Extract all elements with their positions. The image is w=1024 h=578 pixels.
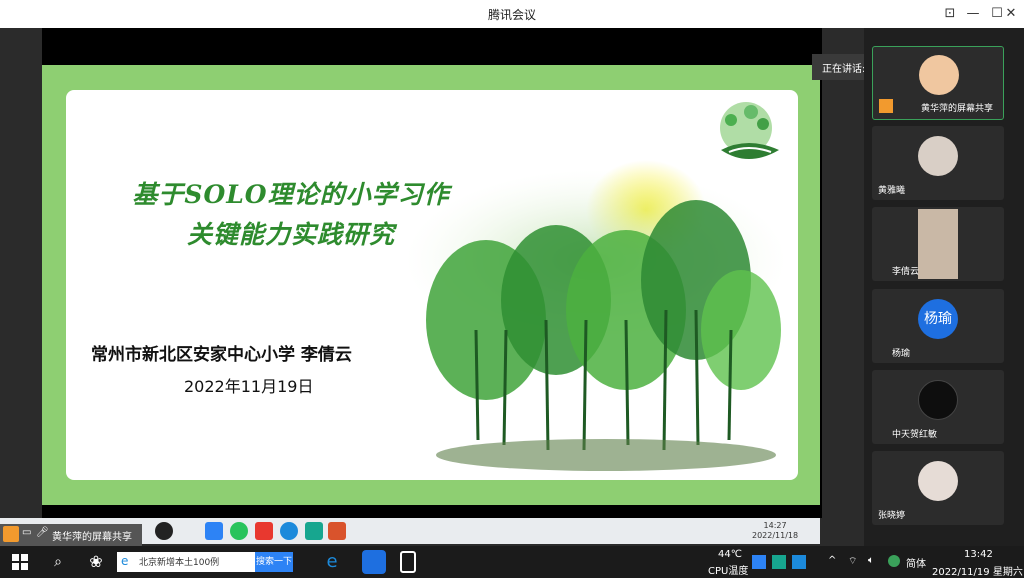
clock-date[interactable]: 2022/11/19 星期六 bbox=[932, 563, 1023, 578]
avatar bbox=[918, 136, 958, 176]
wps-icon bbox=[255, 522, 273, 540]
presentation-slide: 基于SOLO理论的小学习作 关键能力实践研究 常州市新北区安家中心小学 李倩云 … bbox=[66, 90, 798, 480]
screen-icon: ▭ bbox=[22, 527, 32, 538]
avatar bbox=[919, 55, 959, 95]
ie-browser-icon[interactable]: e bbox=[320, 550, 344, 574]
avatar bbox=[918, 380, 958, 420]
tray-app-icon[interactable] bbox=[772, 555, 786, 569]
participant-name: 中天贺红敏 bbox=[892, 430, 938, 440]
share-banner-label: 黄华萍的屏幕共享 bbox=[52, 532, 132, 543]
participant-name: 张晓婷 bbox=[878, 511, 906, 521]
participant-name: 李倩云 bbox=[892, 267, 920, 277]
ppt-icon bbox=[328, 522, 346, 540]
search-icon[interactable]: ⌕ bbox=[46, 550, 70, 574]
watercolor-trees-illustration bbox=[406, 160, 786, 471]
participant-name: 杨瑜 bbox=[892, 349, 911, 359]
shared-clock-date: 2022/11/18 bbox=[752, 531, 799, 540]
video-feed bbox=[918, 209, 958, 279]
participant-sidebar: 黄华萍的屏幕共享 黄雅曦 李倩云 杨瑜 杨瑜 中天贺红敏 张晓婷 bbox=[864, 28, 1024, 546]
ime-indicator[interactable]: 简体 bbox=[906, 555, 926, 570]
window-title: 腾讯会议 bbox=[487, 8, 536, 22]
meeting-app-icon bbox=[205, 522, 223, 540]
screen-share-banner[interactable]: ▭ 🎤︎ 黄华萍的屏幕共享 bbox=[0, 524, 142, 546]
participant-name: 黄雅曦 bbox=[878, 186, 906, 196]
windows-taskbar: ⌕ ❀ e 北京新增本土100例 搜索一下 e 44℃ CPU温度 ^ ⌔ 🔈︎… bbox=[0, 546, 1024, 578]
window-titlebar: 腾讯会议 ⊡ — ☐ ✕ bbox=[0, 0, 1024, 28]
cpu-temperature: 44℃ bbox=[718, 549, 742, 560]
minimize-button[interactable]: — bbox=[963, 4, 983, 24]
browser-search-box[interactable]: e 北京新增本土100例 搜索一下 bbox=[117, 552, 293, 572]
cpu-temperature-label: CPU温度 bbox=[708, 566, 749, 577]
meeting-app-icon[interactable] bbox=[362, 550, 386, 574]
tray-app-icon[interactable] bbox=[792, 555, 806, 569]
wechat-icon bbox=[230, 522, 248, 540]
close-button[interactable]: ✕ bbox=[1001, 4, 1021, 24]
chevron-up-icon[interactable]: ^ bbox=[828, 555, 836, 566]
participant-tile[interactable]: 黄华萍的屏幕共享 bbox=[872, 46, 1004, 120]
tray-app-icon[interactable] bbox=[752, 555, 766, 569]
tablet-icon[interactable] bbox=[400, 551, 416, 573]
wifi-icon[interactable]: ⌔ bbox=[848, 555, 857, 568]
participant-tile[interactable]: 张晓婷 bbox=[872, 451, 1004, 525]
shared-clock: 14:27 2022/11/18 bbox=[752, 521, 798, 541]
participant-tile[interactable]: 中天贺红敏 bbox=[872, 370, 1004, 444]
participant-tile[interactable]: 杨瑜 杨瑜 bbox=[872, 289, 1004, 363]
app-icon bbox=[305, 522, 323, 540]
flower-icon[interactable]: ❀ bbox=[84, 550, 108, 574]
search-button[interactable]: 搜索一下 bbox=[255, 552, 293, 572]
avatar bbox=[918, 461, 958, 501]
tray-status-icon[interactable] bbox=[888, 555, 900, 567]
participant-name: 黄华萍的屏幕共享 bbox=[921, 104, 994, 114]
shared-clock-time: 14:27 bbox=[763, 521, 787, 530]
mic-icon: 🎤︎ bbox=[36, 527, 49, 538]
qq-icon bbox=[155, 522, 173, 540]
slide-date: 2022年11月19日 bbox=[184, 377, 314, 396]
avatar: 杨瑜 bbox=[918, 299, 958, 339]
participant-tile[interactable]: 黄雅曦 bbox=[872, 126, 1004, 200]
volume-icon[interactable]: 🔈︎ bbox=[868, 555, 874, 566]
ie-icon: e bbox=[121, 554, 129, 568]
search-query: 北京新增本土100例 bbox=[139, 558, 220, 568]
edge-icon bbox=[280, 522, 298, 540]
pin-icon[interactable]: ⊡ bbox=[940, 4, 960, 24]
slide-author: 常州市新北区安家中心小学 李倩云 bbox=[91, 345, 352, 365]
user-icon bbox=[3, 526, 19, 542]
user-icon bbox=[879, 99, 893, 113]
participant-tile[interactable]: 李倩云 bbox=[872, 207, 1004, 281]
windows-start-icon[interactable] bbox=[8, 550, 32, 574]
clock-time[interactable]: 13:42 bbox=[964, 549, 993, 560]
